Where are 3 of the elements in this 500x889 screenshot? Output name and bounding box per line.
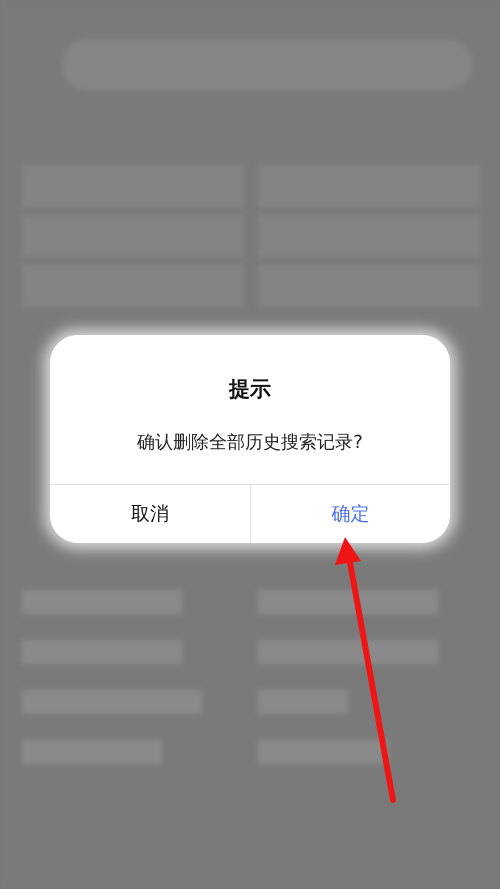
cancel-button[interactable]: 取消 [50,485,250,543]
dialog-message: 确认删除全部历史搜索记录? [136,431,364,455]
dialog-title: 提示 [228,376,272,403]
